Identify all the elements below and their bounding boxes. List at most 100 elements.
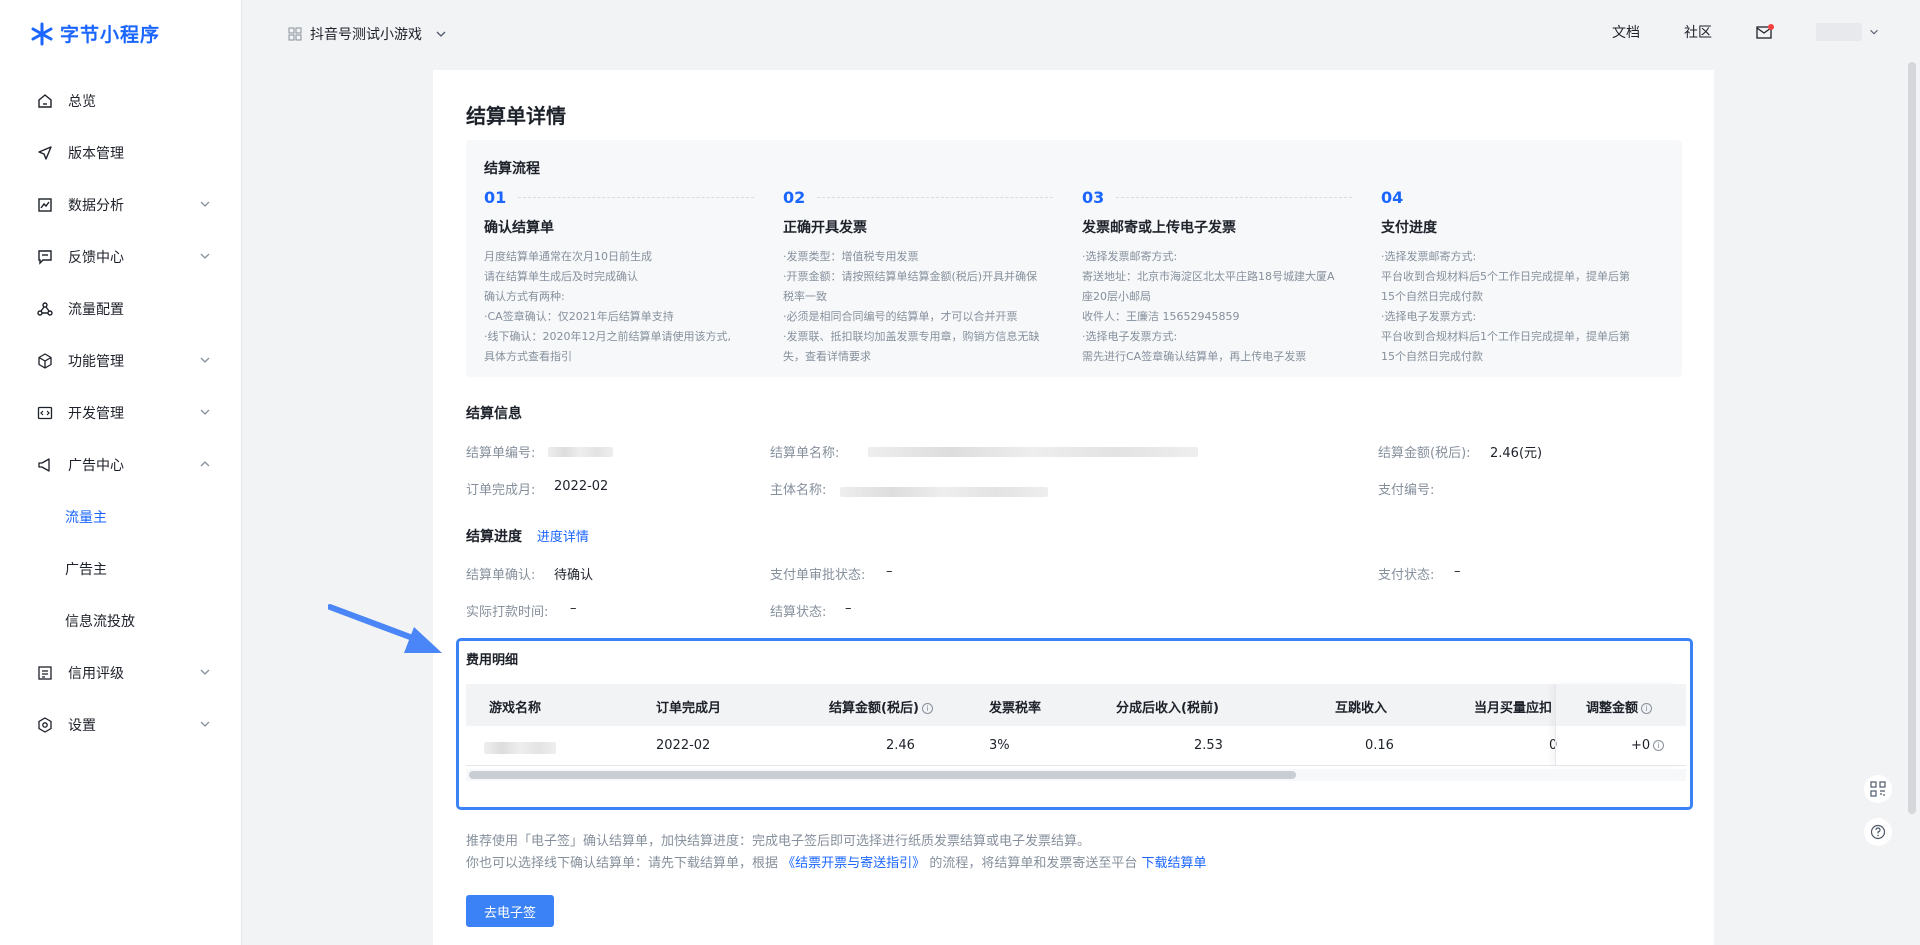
sidebar-item-dev[interactable]: 开发管理 xyxy=(0,387,242,439)
code-icon xyxy=(36,404,54,422)
approval-label: 支付单审批状态: xyxy=(770,568,866,583)
qrcode-icon[interactable] xyxy=(1864,775,1892,803)
esign-recommend-note: 推荐使用「电子签」确认结算单，加快结算进度：完成电子签后即可选择进行纸质发票结算… xyxy=(466,834,1091,849)
step-desc: ·选择发票邮寄方式: 平台收到合规材料后5个工作日完成提单，提单后第 15个自然… xyxy=(1381,250,1630,363)
flow-title: 结算流程 xyxy=(484,161,540,177)
approval-value: – xyxy=(886,564,893,579)
sidebar-item-label: 反馈中心 xyxy=(68,250,124,266)
sidebar-item-label: 总览 xyxy=(68,94,96,110)
pay-status-value: – xyxy=(1454,564,1461,579)
pay-time-label: 实际打款时间: xyxy=(466,605,549,620)
mail-icon[interactable] xyxy=(1756,24,1774,39)
list-icon xyxy=(36,664,54,682)
col-tax-rate: 发票税率 xyxy=(989,701,1042,716)
sidebar-item-label: 流量主 xyxy=(65,510,107,526)
sidebar-item-traffic-config[interactable]: 流量配置 xyxy=(0,283,242,335)
entity-value-redacted xyxy=(840,487,1048,497)
step-number: 04 xyxy=(1381,188,1404,207)
sidebar-item-version[interactable]: 版本管理 xyxy=(0,127,242,179)
home-icon xyxy=(36,92,54,110)
step-desc: ·选择发票邮寄方式: 寄送地址：北京市海淀区北太平庄路18号城建大厦A 座20层… xyxy=(1082,250,1335,363)
download-settlement-link[interactable]: 下载结算单 xyxy=(1141,856,1206,871)
sidebar-item-feed-ads[interactable]: 信息流投放 xyxy=(0,595,242,647)
month-label: 订单完成月: xyxy=(466,483,536,498)
esign-button[interactable]: 去电子签 xyxy=(466,895,554,927)
col-buy-deduct: 当月买量应扣 xyxy=(1474,701,1553,716)
topbar: 抖音号测试小游戏 文档 社区 xyxy=(243,0,1920,66)
help-icon[interactable] xyxy=(1864,818,1892,846)
sidebar-item-traffic-owner[interactable]: 流量主 xyxy=(0,491,242,543)
sidebar-item-label: 开发管理 xyxy=(68,406,124,422)
sidebar-item-label: 数据分析 xyxy=(68,198,124,214)
user-menu[interactable] xyxy=(1816,23,1880,41)
entity-label: 主体名称: xyxy=(770,483,827,498)
amount-value: 2.46(元) xyxy=(1490,446,1543,461)
app-logo[interactable]: 字节小程序 xyxy=(30,20,160,47)
order-no-value-redacted xyxy=(548,447,613,457)
flow-step-1: 01 确认结算单 月度结算单通常在次月10日前生成 请在结算单生成后及时完成确认… xyxy=(484,188,774,367)
step-number: 02 xyxy=(783,188,806,207)
order-name-value-redacted xyxy=(868,447,1198,457)
sidebar: 字节小程序 总览 版本管理 数据分析 反馈中心 流量配置 功能管理 开发管理 广… xyxy=(0,0,242,945)
chevron-down-icon xyxy=(200,253,210,259)
sidebar-item-label: 信用评级 xyxy=(68,666,124,682)
table-horizontal-scrollbar[interactable] xyxy=(469,771,1296,779)
notification-dot xyxy=(1768,24,1774,30)
fee-details-title: 费用明细 xyxy=(466,653,519,668)
page-scrollbar[interactable] xyxy=(1908,62,1916,814)
topbar-actions: 文档 社区 xyxy=(1612,22,1880,42)
pay-no-label: 支付编号: xyxy=(1378,483,1435,498)
cell-share-income: 2.53 xyxy=(1194,738,1223,753)
sidebar-menu: 总览 版本管理 数据分析 反馈中心 流量配置 功能管理 开发管理 广告中心 流量… xyxy=(0,75,242,751)
col-settle-amount: 结算金额(税后) i xyxy=(829,697,933,716)
flow-step-4: 04 支付进度 ·选择发票邮寄方式: 平台收到合规材料后5个工作日完成提单，提单… xyxy=(1381,188,1671,367)
progress-title: 结算进度 进度详情 xyxy=(466,529,589,545)
offline-confirm-note: 你也可以选择线下确认结算单：请先下载结算单，根据 《结票开票与寄送指引》 的流程… xyxy=(466,856,1207,871)
sidebar-item-ads[interactable]: 广告中心 xyxy=(0,439,242,491)
sidebar-item-features[interactable]: 功能管理 xyxy=(0,335,242,387)
cube-icon xyxy=(36,352,54,370)
megaphone-icon xyxy=(36,456,54,474)
community-link[interactable]: 社区 xyxy=(1684,22,1712,42)
flow-step-2: 02 正确开具发票 ·发票类型：增值税专用发票 ·开票金额：请按照结算单结算金额… xyxy=(783,188,1073,367)
order-name-label: 结算单名称: xyxy=(770,446,840,461)
sidebar-item-feedback[interactable]: 反馈中心 xyxy=(0,231,242,283)
docs-link[interactable]: 文档 xyxy=(1612,22,1640,42)
sidebar-item-analytics[interactable]: 数据分析 xyxy=(0,179,242,231)
step-name: 正确开具发票 xyxy=(783,220,867,236)
sidebar-item-label: 信息流投放 xyxy=(65,614,135,630)
share-nodes-icon xyxy=(36,300,54,318)
cell-jump-income: 0.16 xyxy=(1365,738,1394,753)
col-game-name: 游戏名称 xyxy=(489,701,542,716)
sidebar-item-settings[interactable]: 设置 xyxy=(0,699,242,751)
sidebar-item-label: 设置 xyxy=(68,718,96,734)
sidebar-item-label: 流量配置 xyxy=(68,302,124,318)
progress-detail-link[interactable]: 进度详情 xyxy=(537,530,589,545)
sidebar-item-overview[interactable]: 总览 xyxy=(0,75,242,127)
step-number: 03 xyxy=(1082,188,1105,207)
chevron-down-icon xyxy=(1870,29,1878,35)
sidebar-item-label: 广告中心 xyxy=(68,458,124,474)
cell-settle-amount: 2.46 xyxy=(886,738,915,753)
settlement-info-title: 结算信息 xyxy=(466,406,522,422)
sidebar-item-credit[interactable]: 信用评级 xyxy=(0,647,242,699)
confirm-value: 待确认 xyxy=(554,568,594,583)
amount-label: 结算金额(税后): xyxy=(1378,446,1471,461)
fee-details-panel: 费用明细 游戏名称 订单完成月 结算金额(税后) i 发票税率 分成后收入(税前)… xyxy=(456,638,1693,810)
annotation-arrow-icon xyxy=(328,604,442,653)
settings-icon xyxy=(36,716,54,734)
sidebar-item-label: 功能管理 xyxy=(68,354,124,370)
info-icon[interactable]: i xyxy=(921,703,933,714)
col-share-income: 分成后收入(税前) xyxy=(1116,701,1219,716)
guide-link[interactable]: 《结票开票与寄送指引》 xyxy=(782,856,925,871)
sidebar-item-advertiser[interactable]: 广告主 xyxy=(0,543,242,595)
chevron-up-icon xyxy=(200,461,210,467)
confirm-label: 结算单确认: xyxy=(466,568,536,583)
game-name-redacted xyxy=(484,742,556,754)
col-order-month: 订单完成月 xyxy=(656,701,722,716)
message-icon xyxy=(36,248,54,266)
chevron-down-icon xyxy=(436,31,446,37)
month-value: 2022-02 xyxy=(554,479,609,494)
send-icon xyxy=(36,144,54,162)
project-selector[interactable]: 抖音号测试小游戏 xyxy=(288,24,448,44)
